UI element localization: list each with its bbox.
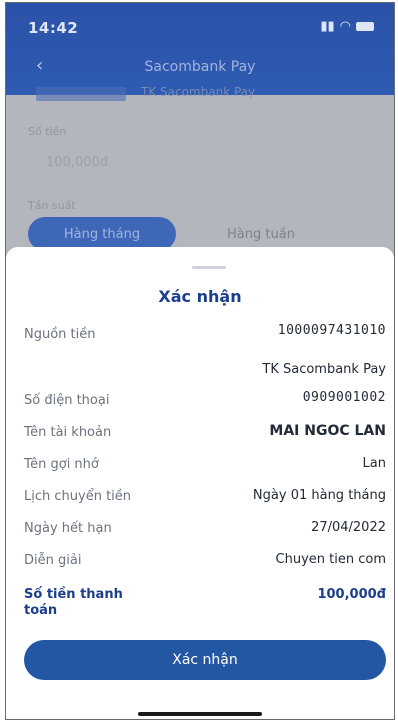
source-value: 1000097431010	[277, 323, 386, 338]
status-icons: ▮▮ ◠	[320, 19, 374, 34]
nav-title: Sacombank Pay	[144, 59, 256, 75]
total-value: 100,000đ	[317, 587, 386, 602]
status-time: 14:42	[28, 19, 79, 37]
amount-value: 100,000đ	[46, 155, 109, 170]
sheet-title: Xác nhận	[158, 287, 242, 306]
chip-weekly[interactable]: Hàng tuần	[196, 217, 326, 251]
amount-label: Số tiền	[28, 125, 67, 138]
account-chip	[36, 87, 126, 101]
account-name-label: Tên tài khoản	[24, 425, 112, 440]
signal-icon: ▮▮	[320, 19, 335, 34]
home-indicator	[138, 712, 262, 716]
app-header: 14:42 ▮▮ ◠ ‹ Sacombank Pay TK Sacombank …	[6, 3, 394, 101]
drag-handle[interactable]	[192, 266, 226, 269]
account-name-value: MAI NGOC LAN	[269, 423, 386, 439]
phone-value: 0909001002	[302, 390, 386, 405]
phone-frame: 14:42 ▮▮ ◠ ‹ Sacombank Pay TK Sacombank …	[5, 2, 395, 720]
schedule-label: Lịch chuyển tiền	[24, 489, 132, 504]
expiry-label: Ngày hết hạn	[24, 521, 112, 536]
total-label: Số tiền thanh toán	[24, 587, 123, 618]
wifi-icon: ◠	[339, 19, 351, 34]
source-type-value: TK Sacombank Pay	[262, 362, 386, 377]
nickname-value: Lan	[362, 456, 386, 471]
account-sub-text: TK Sacombank Pay	[141, 85, 256, 99]
expiry-value: 27/04/2022	[311, 520, 386, 535]
source-label: Nguồn tiền	[24, 327, 96, 342]
chip-monthly[interactable]: Hàng tháng	[28, 217, 176, 251]
confirm-sheet: Xác nhận Nguồn tiền 1000097431010 TK Sac…	[6, 247, 394, 719]
phone-label: Số điện thoại	[24, 393, 110, 408]
battery-icon	[356, 22, 374, 31]
nickname-label: Tên gợi nhớ	[24, 457, 99, 472]
schedule-value: Ngày 01 hàng tháng	[252, 488, 386, 503]
description-value: Chuyen tien com	[275, 552, 386, 567]
description-label: Diễn giải	[24, 553, 82, 568]
frequency-label: Tần suất	[28, 199, 76, 212]
confirm-button[interactable]: Xác nhận	[24, 640, 386, 680]
